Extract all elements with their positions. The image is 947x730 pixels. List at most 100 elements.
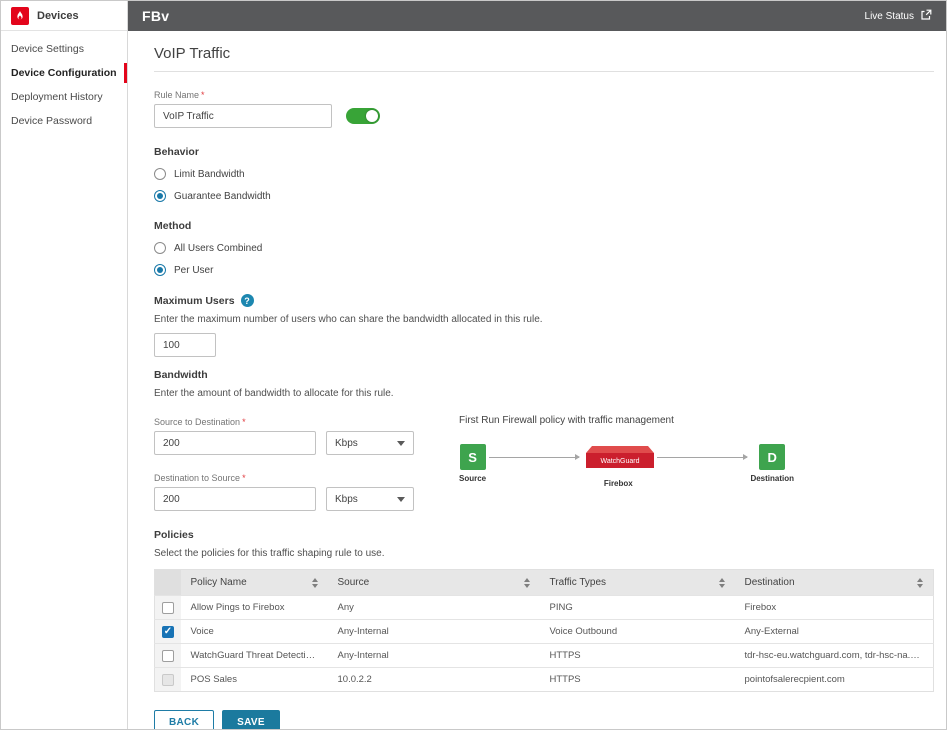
- sidebar-brand[interactable]: Devices: [1, 1, 127, 31]
- row-checkbox[interactable]: [162, 602, 174, 614]
- cell-source: Any: [328, 596, 540, 620]
- column-header-destination[interactable]: Destination: [735, 570, 934, 596]
- topbar: FBv Live Status: [128, 1, 946, 31]
- required-marker: *: [201, 90, 205, 100]
- sidebar-item-device-configuration[interactable]: Device Configuration: [1, 61, 127, 85]
- row-checkbox[interactable]: [162, 650, 174, 662]
- cell-destination: pointofsalerecpient.com: [735, 668, 934, 692]
- toggle-knob: [366, 110, 378, 122]
- cell-source: Any-Internal: [328, 644, 540, 668]
- diagram-source-node: S Source: [459, 444, 486, 483]
- back-button[interactable]: BACK: [154, 710, 214, 729]
- source-to-destination-unit-select[interactable]: Kbps: [326, 431, 414, 455]
- radio-guarantee-bandwidth[interactable]: Guarantee Bandwidth: [154, 190, 934, 202]
- source-node-icon: S: [460, 444, 486, 470]
- rule-name-input[interactable]: [154, 104, 332, 128]
- radio-label: Limit Bandwidth: [174, 169, 245, 180]
- firebox-icon: WatchGuard: [582, 444, 654, 475]
- external-link-icon: [920, 9, 932, 24]
- method-label: Method: [154, 220, 934, 232]
- sidebar-nav: Device Settings Device Configuration Dep…: [1, 31, 127, 133]
- sidebar-item-deployment-history[interactable]: Deployment History: [1, 85, 127, 109]
- cell-policy-name: POS Sales: [181, 668, 328, 692]
- radio-per-user[interactable]: Per User: [154, 264, 934, 276]
- app-window: Devices Device Settings Device Configura…: [0, 0, 947, 730]
- table-row: Voice Any-Internal Voice Outbound Any-Ex…: [155, 620, 934, 644]
- cell-destination: tdr-hsc-eu.watchguard.com, tdr-hsc-na.wa…: [735, 644, 934, 668]
- table-header-row: Policy Name Source Traffic Types Destina…: [155, 570, 934, 596]
- column-header-policy-name[interactable]: Policy Name: [181, 570, 328, 596]
- radio-all-users-combined[interactable]: All Users Combined: [154, 242, 934, 254]
- cell-destination: Any-External: [735, 620, 934, 644]
- maximum-users-description: Enter the maximum number of users who ca…: [154, 314, 934, 325]
- radio-label: Guarantee Bandwidth: [174, 191, 271, 202]
- svg-text:WatchGuard: WatchGuard: [601, 458, 640, 465]
- maximum-users-label: Maximum Users: [154, 295, 235, 307]
- policies-description: Select the policies for this traffic sha…: [154, 548, 934, 559]
- bandwidth-label: Bandwidth: [154, 369, 934, 381]
- cell-traffic-types: PING: [540, 596, 735, 620]
- live-status-label: Live Status: [865, 11, 914, 22]
- unit-value: Kbps: [335, 494, 358, 505]
- row-checkbox[interactable]: [162, 626, 174, 638]
- radio-icon: [154, 242, 166, 254]
- sort-icon[interactable]: [312, 578, 318, 588]
- destination-to-source-unit-select[interactable]: Kbps: [326, 487, 414, 511]
- radio-label: Per User: [174, 265, 213, 276]
- help-icon[interactable]: ?: [241, 294, 254, 307]
- rule-enabled-toggle[interactable]: [346, 108, 380, 124]
- table-row: WatchGuard Threat Detectio... Any-Intern…: [155, 644, 934, 668]
- firebox-node-label: Firebox: [604, 479, 633, 488]
- behavior-label: Behavior: [154, 146, 934, 158]
- cell-policy-name: Allow Pings to Firebox: [181, 596, 328, 620]
- column-header-source[interactable]: Source: [328, 570, 540, 596]
- diagram-firebox-node: WatchGuard Firebox: [582, 444, 654, 488]
- destination-node-icon: D: [759, 444, 785, 470]
- radio-icon: [154, 264, 166, 276]
- radio-label: All Users Combined: [174, 243, 262, 254]
- content: VoIP Traffic Rule Name* Behavior Limit B…: [128, 31, 946, 729]
- chevron-down-icon: [397, 441, 405, 446]
- cell-traffic-types: Voice Outbound: [540, 620, 735, 644]
- cell-traffic-types: HTTPS: [540, 644, 735, 668]
- sort-icon[interactable]: [719, 578, 725, 588]
- bandwidth-description: Enter the amount of bandwidth to allocat…: [154, 388, 934, 399]
- cell-source: Any-Internal: [328, 620, 540, 644]
- radio-limit-bandwidth[interactable]: Limit Bandwidth: [154, 168, 934, 180]
- destination-node-label: Destination: [750, 474, 794, 483]
- maximum-users-input[interactable]: [154, 333, 216, 357]
- select-column-header: [155, 570, 181, 596]
- sidebar-item-device-settings[interactable]: Device Settings: [1, 37, 127, 61]
- save-button[interactable]: SAVE: [222, 710, 280, 729]
- table-row: Allow Pings to Firebox Any PING Firebox: [155, 596, 934, 620]
- cell-source: 10.0.2.2: [328, 668, 540, 692]
- diagram-caption: First Run Firewall policy with traffic m…: [459, 415, 794, 426]
- radio-icon: [154, 168, 166, 180]
- watchguard-logo-icon: [11, 7, 29, 25]
- required-marker: *: [242, 417, 246, 427]
- arrow-right-icon: [657, 457, 747, 458]
- source-node-label: Source: [459, 474, 486, 483]
- live-status-link[interactable]: Live Status: [865, 9, 932, 24]
- column-header-traffic-types[interactable]: Traffic Types: [540, 570, 735, 596]
- destination-to-source-input[interactable]: [154, 487, 316, 511]
- brand-label: Devices: [37, 10, 79, 22]
- page-title: VoIP Traffic: [154, 45, 934, 62]
- traffic-diagram: First Run Firewall policy with traffic m…: [459, 415, 794, 488]
- sort-icon[interactable]: [917, 578, 923, 588]
- required-marker: *: [242, 473, 246, 483]
- cell-traffic-types: HTTPS: [540, 668, 735, 692]
- arrow-right-icon: [489, 457, 579, 458]
- title-divider: [154, 71, 934, 72]
- main-area: FBv Live Status VoIP Traffic Rule Name* …: [128, 1, 946, 729]
- sort-icon[interactable]: [524, 578, 530, 588]
- cell-policy-name: Voice: [181, 620, 328, 644]
- source-to-destination-input[interactable]: [154, 431, 316, 455]
- sidebar-item-device-password[interactable]: Device Password: [1, 109, 127, 133]
- cell-policy-name: WatchGuard Threat Detectio...: [181, 644, 328, 668]
- diagram-destination-node: D Destination: [750, 444, 794, 483]
- row-checkbox: [162, 674, 174, 686]
- policies-table: Policy Name Source Traffic Types Destina…: [154, 569, 934, 692]
- unit-value: Kbps: [335, 438, 358, 449]
- device-title: FBv: [142, 8, 169, 24]
